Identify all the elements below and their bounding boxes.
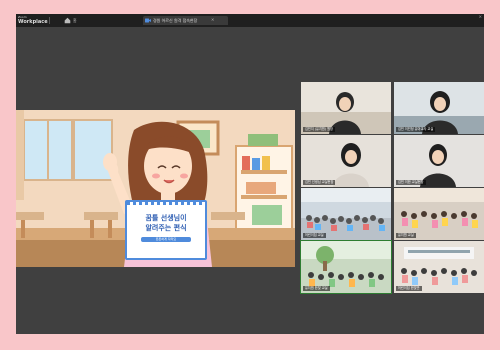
participant-tile[interactable]: 어린이집 교실 [301, 188, 391, 240]
divider [49, 17, 50, 24]
brand-name: Workplace [18, 19, 48, 25]
participant-name: 유치원 교실 [396, 233, 416, 238]
participant-name: 어린이집 한빛반 [396, 286, 422, 291]
participant-tile[interactable]: 김민지 (유치원) 원장 [301, 82, 391, 134]
presentation-sign: 꿈틀 선생님이 알려주는 편식 튼튼하게 자라요 [125, 200, 207, 260]
title-bar: Zoom Workplace 홈 경원 어르신 원격 접속현장 ✕ × [16, 14, 484, 27]
participant-grid: 김민지 (유치원) 원장 김민 이민정 유아교사 교실 김민 선생님 교실현장 … [300, 82, 484, 294]
tab-home[interactable]: 홈 [73, 16, 77, 25]
participant-name: 유치원 한빛 교실 [303, 286, 330, 291]
participant-tile[interactable]: 김민 이한 교실현장 [394, 135, 484, 187]
home-icon[interactable] [64, 17, 71, 24]
participant-name: 김민 선생님 교실현장 [303, 180, 336, 185]
sign-binding [127, 202, 205, 205]
tab-meeting-label: 경원 어르신 원격 접속현장 [153, 18, 198, 23]
zoom-app-window: Zoom Workplace 홈 경원 어르신 원격 접속현장 ✕ × 꿈틀 선… [16, 14, 484, 334]
sign-title-line2: 알려주는 편식 [145, 224, 187, 232]
sign-title-line1: 꿈틀 선생님이 [145, 214, 187, 222]
participant-tile[interactable]: 김민 이민정 유아교사 교실 [394, 82, 484, 134]
participant-tile-active-speaker[interactable]: 유치원 한빛 교실 [300, 240, 392, 294]
participant-name: 김민 이민정 유아교사 교실 [396, 127, 436, 132]
participant-tile[interactable]: 유치원 교실 [394, 188, 484, 240]
tab-meeting[interactable]: 경원 어르신 원격 접속현장 [143, 16, 228, 25]
participant-name: 어린이집 교실 [303, 233, 326, 238]
meeting-stage: 꿈틀 선생님이 알려주는 편식 튼튼하게 자라요 김민지 (유치원) 원장 김민… [16, 27, 484, 334]
close-window-button[interactable]: × [479, 14, 482, 19]
sign-footer: 튼튼하게 자라요 [141, 237, 191, 242]
video-camera-icon [145, 18, 151, 23]
participant-tile[interactable]: 김민 선생님 교실현장 [301, 135, 391, 187]
close-tab-icon[interactable]: ✕ [211, 17, 214, 22]
participant-name: 김민지 (유치원) 원장 [303, 127, 335, 132]
app-logo: Zoom Workplace [18, 15, 48, 25]
participant-name: 김민 이한 교실현장 [396, 180, 426, 185]
participant-tile[interactable]: 어린이집 한빛반 [394, 241, 484, 293]
